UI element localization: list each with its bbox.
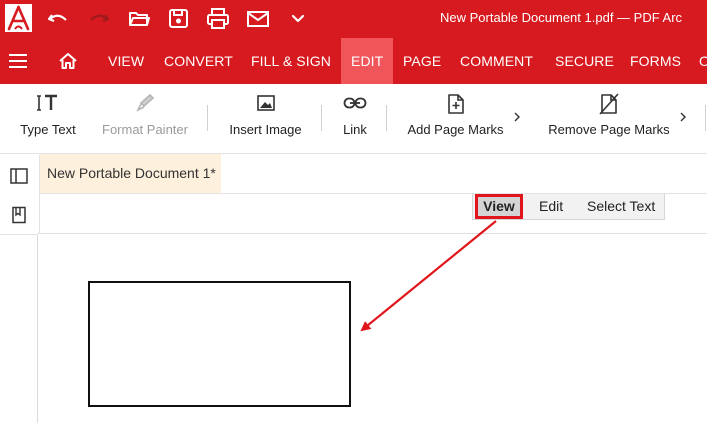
type-text-label: Type Text bbox=[20, 122, 76, 137]
save-icon[interactable] bbox=[166, 6, 192, 32]
chevron-right-icon[interactable] bbox=[513, 110, 521, 128]
hamburger-menu-icon[interactable] bbox=[9, 53, 27, 74]
menu-page[interactable]: PAGE bbox=[403, 38, 441, 84]
insert-image-label: Insert Image bbox=[229, 122, 302, 137]
insert-image-button[interactable]: Insert Image bbox=[225, 84, 306, 154]
remove-page-marks-label: Remove Page Marks bbox=[548, 122, 670, 137]
home-icon[interactable] bbox=[58, 51, 78, 76]
link-icon bbox=[343, 93, 367, 118]
remove-page-marks-button[interactable]: Remove Page Marks bbox=[546, 84, 672, 154]
thumbnails-panel-icon[interactable] bbox=[10, 167, 28, 190]
select-text-mode-button[interactable]: Select Text bbox=[587, 194, 655, 219]
app-logo[interactable] bbox=[5, 4, 32, 32]
view-mode-button[interactable]: View bbox=[475, 194, 523, 219]
side-panel bbox=[0, 155, 40, 235]
redo-icon bbox=[86, 6, 112, 32]
add-page-marks-icon bbox=[446, 93, 466, 120]
document-tab-bar: New Portable Document 1* bbox=[40, 154, 707, 194]
menu-overflow[interactable]: O bbox=[699, 38, 707, 84]
menu-comment[interactable]: COMMENT bbox=[460, 38, 533, 84]
menu-view[interactable]: VIEW bbox=[108, 38, 144, 84]
mode-switch: View Edit Select Text bbox=[472, 194, 665, 220]
remove-page-marks-icon bbox=[599, 93, 619, 120]
type-text-button[interactable]: Type Text bbox=[15, 84, 81, 154]
format-painter-icon bbox=[135, 93, 155, 118]
document-tab[interactable]: New Portable Document 1* bbox=[40, 154, 221, 193]
window-title: New Portable Document 1.pdf — PDF Arc bbox=[440, 10, 683, 25]
menu-convert[interactable]: CONVERT bbox=[164, 38, 233, 84]
menu-bar: VIEW CONVERT FILL & SIGN EDIT PAGE COMME… bbox=[0, 38, 707, 84]
edit-toolbar: Type Text Format Painter Insert Image Li… bbox=[0, 84, 707, 154]
panel-divider bbox=[37, 235, 38, 423]
menu-secure[interactable]: SECURE bbox=[555, 38, 614, 84]
image-icon bbox=[256, 93, 276, 118]
menu-edit[interactable]: EDIT bbox=[341, 38, 394, 84]
page-edge bbox=[38, 233, 707, 234]
format-painter-label: Format Painter bbox=[102, 122, 188, 137]
type-text-icon bbox=[37, 93, 59, 118]
add-page-marks-button[interactable]: Add Page Marks bbox=[404, 84, 507, 154]
menu-forms[interactable]: FORMS bbox=[630, 38, 681, 84]
link-label: Link bbox=[343, 122, 367, 137]
chevron-right-icon[interactable] bbox=[679, 110, 687, 128]
edit-mode-button[interactable]: Edit bbox=[539, 194, 563, 219]
rectangle-shape[interactable] bbox=[88, 281, 351, 407]
menu-fill-sign[interactable]: FILL & SIGN bbox=[251, 38, 331, 84]
toolbar-separator bbox=[705, 105, 706, 131]
title-bar: New Portable Document 1.pdf — PDF Arc bbox=[0, 0, 707, 38]
undo-icon[interactable] bbox=[45, 6, 71, 32]
link-button[interactable]: Link bbox=[336, 84, 374, 154]
chevron-down-icon[interactable] bbox=[285, 6, 311, 32]
print-icon[interactable] bbox=[205, 6, 231, 32]
toolbar-separator bbox=[386, 105, 387, 131]
open-folder-icon[interactable] bbox=[126, 6, 152, 32]
bookmark-panel-icon[interactable] bbox=[10, 206, 28, 229]
add-page-marks-label: Add Page Marks bbox=[407, 122, 504, 137]
toolbar-separator bbox=[321, 105, 322, 131]
mail-icon[interactable] bbox=[245, 6, 271, 32]
format-painter-button[interactable]: Format Painter bbox=[99, 84, 191, 154]
toolbar-separator bbox=[207, 105, 208, 131]
